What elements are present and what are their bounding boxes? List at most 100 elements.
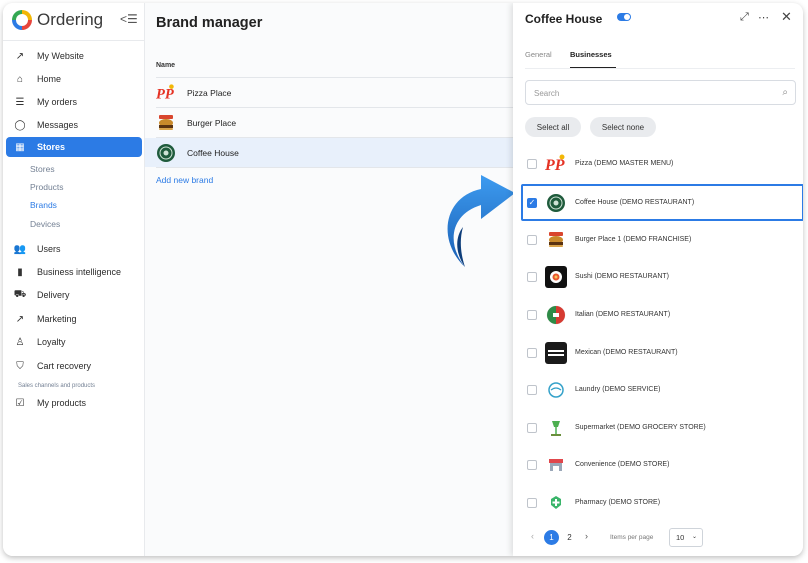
sidebar-item-stores[interactable]: ▦ Stores xyxy=(6,137,142,157)
business-row[interactable]: PP Pizza (DEMO MASTER MENU) xyxy=(525,145,795,182)
checkbox[interactable] xyxy=(527,384,537,395)
page-button-2[interactable]: 2 xyxy=(562,530,577,545)
sidebar-subitem-brands[interactable]: Brands xyxy=(30,200,57,210)
brand-row[interactable]: Burger Place xyxy=(145,108,515,137)
coffee-logo-icon xyxy=(545,192,567,214)
sidebar-item-label: Loyalty xyxy=(37,337,66,347)
business-name: Italian (DEMO RESTAURANT) xyxy=(575,311,671,318)
list-icon: ☰ xyxy=(15,96,25,108)
checkbox[interactable] xyxy=(527,309,537,320)
sidebar-item-loyalty[interactable]: ♙ Loyalty xyxy=(6,332,142,352)
search-icon[interactable]: ⌕ xyxy=(782,87,788,98)
sidebar-item-my-orders[interactable]: ☰ My orders xyxy=(6,92,142,112)
pharmacy-logo-icon xyxy=(545,492,567,514)
business-row[interactable]: Sushi (DEMO RESTAURANT) xyxy=(525,258,795,295)
app-name: Ordering xyxy=(37,10,104,29)
brand-row[interactable]: PP Pizza Place xyxy=(145,78,515,107)
sidebar-item-delivery[interactable]: ⛟ Delivery xyxy=(6,285,142,305)
checkbox[interactable] xyxy=(527,158,537,169)
select-none-button[interactable]: Select none xyxy=(590,117,656,137)
bar-chart-icon: ▮ xyxy=(17,266,23,278)
checkbox[interactable] xyxy=(527,271,537,282)
sidebar-item-marketing[interactable]: ↗ Marketing xyxy=(6,309,142,329)
sidebar-item-users[interactable]: 👥 Users xyxy=(6,239,142,259)
sidebar-item-my-products[interactable]: ☑ My products xyxy=(6,393,142,413)
next-page-icon[interactable]: › xyxy=(585,531,588,541)
close-icon[interactable]: ✕ xyxy=(781,9,792,25)
items-per-page-value: 10 xyxy=(676,533,685,542)
store-icon: ▦ xyxy=(15,141,25,153)
divider xyxy=(3,40,145,41)
add-new-brand-link[interactable]: Add new brand xyxy=(156,175,213,185)
checkbox[interactable] xyxy=(527,347,537,358)
laundry-logo-icon xyxy=(545,379,567,401)
business-row[interactable]: Laundry (DEMO SERVICE) xyxy=(525,371,795,408)
sidebar-subitem-products[interactable]: Products xyxy=(30,182,64,192)
select-all-button[interactable]: Select all xyxy=(525,117,581,137)
tab-general[interactable]: General xyxy=(525,50,552,59)
supermarket-logo-icon xyxy=(545,417,567,439)
app-window: Ordering <☰ ↗ My Website ⌂ Home ☰ My ord… xyxy=(3,3,803,556)
sidebar-item-my-website[interactable]: ↗ My Website xyxy=(6,46,142,66)
ordering-logo-icon xyxy=(12,10,32,30)
drawer-title: Coffee House xyxy=(525,12,603,26)
brand-name: Pizza Place xyxy=(187,87,232,98)
business-row[interactable]: Supermarket (DEMO GROCERY STORE) xyxy=(525,409,795,446)
burger-logo-icon xyxy=(545,229,567,251)
column-header-name: Name xyxy=(156,62,176,69)
business-row[interactable]: Convenience (DEMO STORE) xyxy=(525,446,795,483)
sidebar-subitem-stores[interactable]: Stores xyxy=(30,164,55,174)
sidebar: Ordering <☰ ↗ My Website ⌂ Home ☰ My ord… xyxy=(3,3,145,556)
business-row[interactable]: Italian (DEMO RESTAURANT) xyxy=(525,296,795,333)
prev-page-icon[interactable]: ‹ xyxy=(531,531,534,541)
sidebar-item-label: Business intelligence xyxy=(37,267,122,277)
sidebar-item-messages[interactable]: ◯ Messages xyxy=(6,115,142,135)
sidebar-item-cart-recovery[interactable]: ⛉ Cart recovery xyxy=(6,356,142,376)
business-row[interactable]: Pharmacy (DEMO STORE) xyxy=(525,484,795,521)
page-button-1[interactable]: 1 xyxy=(544,530,559,545)
business-row[interactable]: Mexican (DEMO RESTAURANT) xyxy=(525,334,795,371)
svg-text:PP: PP xyxy=(545,157,565,174)
checkbox[interactable] xyxy=(527,497,537,508)
more-options-icon[interactable]: ⋯ xyxy=(758,11,769,24)
burger-brand-logo xyxy=(156,113,176,133)
sidebar-item-business-intelligence[interactable]: ▮ Business intelligence xyxy=(6,262,142,282)
sidebar-item-label: My orders xyxy=(37,97,78,107)
business-name: Burger Place 1 (DEMO FRANCHISE) xyxy=(575,236,692,243)
coffee-brand-logo xyxy=(156,143,176,163)
chevron-down-icon: ⌄ xyxy=(691,534,697,540)
tab-businesses[interactable]: Businesses xyxy=(570,50,612,59)
business-name: Supermarket (DEMO GROCERY STORE) xyxy=(575,424,706,431)
page-title: Brand manager xyxy=(156,15,263,31)
business-row-highlighted[interactable]: ✓ Coffee House (DEMO RESTAURANT) xyxy=(521,184,803,221)
brand-row-selected[interactable]: Coffee House xyxy=(145,138,515,167)
checkbox-checked[interactable]: ✓ xyxy=(527,197,537,208)
search-box: ⌕ xyxy=(525,80,796,105)
enabled-toggle[interactable] xyxy=(617,13,631,21)
checkbox[interactable] xyxy=(527,459,537,470)
mexican-logo-icon xyxy=(545,341,567,364)
sidebar-item-home[interactable]: ⌂ Home xyxy=(6,69,142,89)
curved-arrow-icon xyxy=(447,175,515,267)
checkbox[interactable] xyxy=(527,234,537,245)
users-icon: 👥 xyxy=(13,243,27,255)
checkbox[interactable] xyxy=(527,422,537,433)
sidebar-item-label: Messages xyxy=(37,120,79,130)
pizza-logo-icon: PP xyxy=(545,153,567,175)
items-per-page-select[interactable]: 10 ⌄ xyxy=(669,528,703,547)
brand-name: Coffee House xyxy=(187,147,239,158)
truck-icon: ⛟ xyxy=(13,288,27,300)
search-input[interactable] xyxy=(534,86,764,100)
sidebar-subitem-devices[interactable]: Devices xyxy=(30,219,60,229)
loyalty-icon: ♙ xyxy=(15,336,25,348)
active-tab-indicator xyxy=(570,67,616,68)
collapse-sidebar-icon[interactable]: <☰ xyxy=(120,12,138,26)
expand-icon[interactable]: ⤢ xyxy=(740,11,749,24)
sidebar-item-label: Home xyxy=(37,74,62,84)
sidebar-item-label: My products xyxy=(37,398,87,408)
logo[interactable]: Ordering xyxy=(12,9,103,31)
business-name: Sushi (DEMO RESTAURANT) xyxy=(575,273,669,280)
business-row[interactable]: Burger Place 1 (DEMO FRANCHISE) xyxy=(525,221,795,258)
italian-logo-icon xyxy=(545,304,567,326)
sidebar-item-label: Stores xyxy=(37,142,66,152)
